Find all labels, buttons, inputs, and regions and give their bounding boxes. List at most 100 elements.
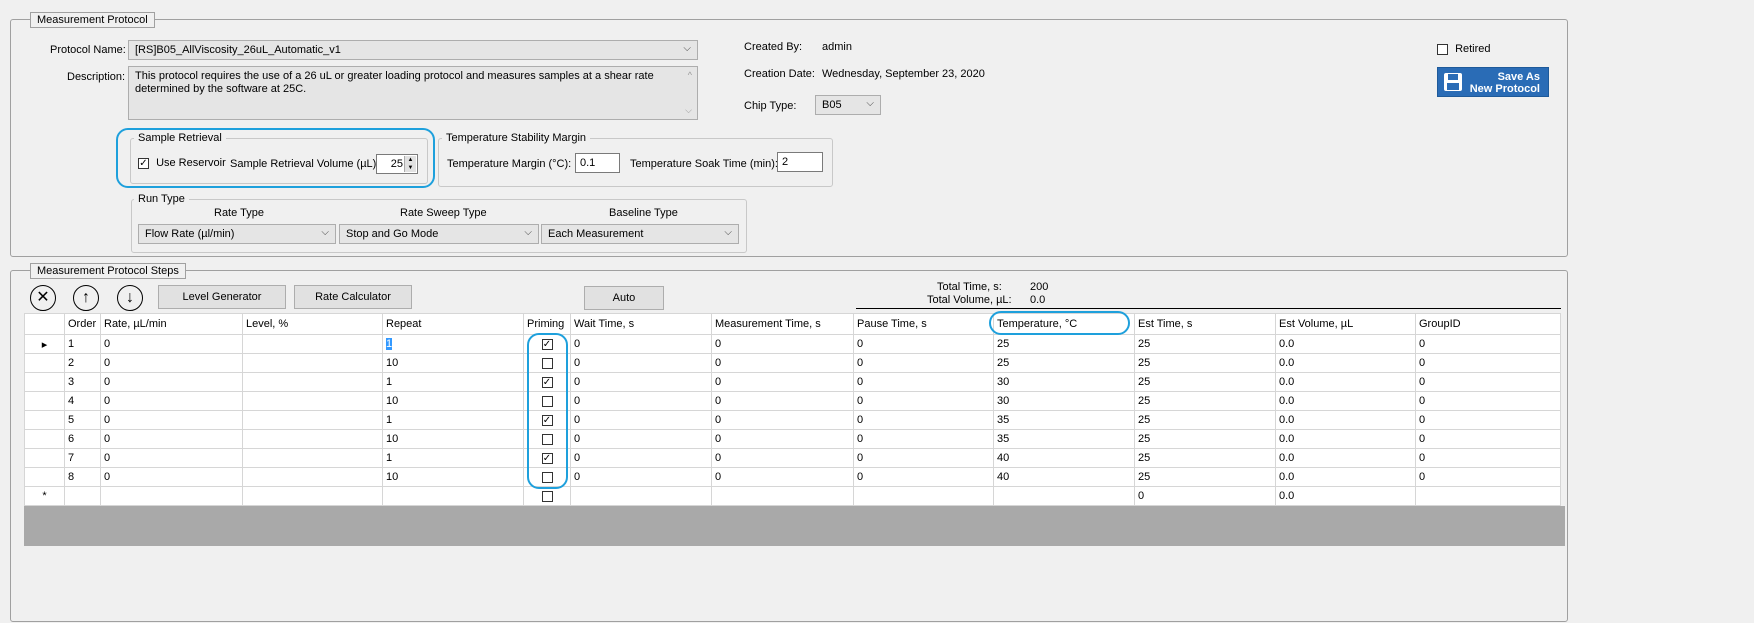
table-row[interactable]: 4 0 10 0 0 0 30 25 0.0 0	[24, 391, 1561, 411]
cell-group-id[interactable]: 0	[1415, 391, 1561, 411]
rate-calculator-button[interactable]: Rate Calculator	[294, 285, 412, 309]
cell-measurement-time[interactable]: 0	[711, 429, 854, 449]
cell-rate[interactable]: 0	[100, 429, 243, 449]
cell-group-id[interactable]: 0	[1415, 334, 1561, 354]
priming-checkbox[interactable]: ✓	[541, 338, 553, 350]
cell-rate[interactable]	[100, 486, 243, 506]
table-row[interactable]: 2 0 10 0 0 0 25 25 0.0 0	[24, 353, 1561, 373]
delete-step-button[interactable]: ✕	[30, 285, 56, 311]
save-as-new-protocol-button[interactable]: Save As New Protocol	[1437, 67, 1549, 97]
cell-pause-time[interactable]: 0	[853, 334, 994, 354]
cell-rate[interactable]: 0	[100, 448, 243, 468]
cell-rate[interactable]: 0	[100, 410, 243, 430]
cell-temperature[interactable]: 35	[993, 429, 1135, 449]
cell-wait-time[interactable]: 0	[570, 334, 712, 354]
cell-rate[interactable]: 0	[100, 467, 243, 487]
cell-group-id[interactable]: 0	[1415, 372, 1561, 392]
cell-pause-time[interactable]: 0	[853, 353, 994, 373]
cell-pause-time[interactable]: 0	[853, 429, 994, 449]
table-row-new[interactable]: * 0 0.0	[24, 486, 1561, 506]
row-header[interactable]: ▸	[24, 334, 65, 354]
cell-measurement-time[interactable]: 0	[711, 391, 854, 411]
rate-type-select[interactable]: Flow Rate (µl/min) ⌵	[138, 224, 336, 244]
col-header-pause-time[interactable]: Pause Time, s	[853, 313, 994, 335]
cell-group-id[interactable]: 0	[1415, 448, 1561, 468]
cell-order[interactable]: 1	[64, 334, 101, 354]
protocol-name-select[interactable]: [RS]B05_AllViscosity_26uL_Automatic_v1 ⌵	[128, 40, 698, 60]
cell-level[interactable]	[242, 467, 383, 487]
cell-priming[interactable]: ✓	[523, 334, 571, 354]
cell-priming[interactable]	[523, 429, 571, 449]
cell-measurement-time[interactable]: 0	[711, 467, 854, 487]
cell-wait-time[interactable]: 0	[570, 448, 712, 468]
col-header-group-id[interactable]: GroupID	[1415, 313, 1561, 335]
baseline-type-select[interactable]: Each Measurement ⌵	[541, 224, 739, 244]
cell-est-time[interactable]: 25	[1134, 429, 1276, 449]
cell-temperature[interactable]: 40	[993, 448, 1135, 468]
cell-rate[interactable]: 0	[100, 353, 243, 373]
cell-order[interactable]: 8	[64, 467, 101, 487]
use-reservoir-checkbox[interactable]: ✓ Use Reservoir	[138, 157, 226, 169]
cell-est-time[interactable]: 25	[1134, 334, 1276, 354]
cell-est-time[interactable]: 0	[1134, 486, 1276, 506]
cell-est-time[interactable]: 25	[1134, 372, 1276, 392]
cell-est-volume[interactable]: 0.0	[1275, 372, 1416, 392]
cell-est-volume[interactable]: 0.0	[1275, 353, 1416, 373]
priming-checkbox[interactable]	[541, 395, 553, 407]
cell-order[interactable]	[64, 486, 101, 506]
cell-priming[interactable]	[523, 467, 571, 487]
stepper-arrows-icon[interactable]: ▲ ▼	[404, 156, 416, 172]
cell-est-volume[interactable]: 0.0	[1275, 334, 1416, 354]
cell-est-time[interactable]: 25	[1134, 467, 1276, 487]
cell-order[interactable]: 3	[64, 372, 101, 392]
auto-button[interactable]: Auto	[584, 286, 664, 310]
cell-pause-time[interactable]: 0	[853, 410, 994, 430]
cell-est-volume[interactable]: 0.0	[1275, 410, 1416, 430]
cell-est-volume[interactable]: 0.0	[1275, 391, 1416, 411]
cell-temperature[interactable]: 30	[993, 391, 1135, 411]
row-header[interactable]	[24, 353, 65, 373]
priming-checkbox[interactable]	[541, 490, 553, 502]
retired-checkbox-box[interactable]	[1437, 43, 1448, 55]
cell-level[interactable]	[242, 391, 383, 411]
cell-group-id[interactable]	[1415, 486, 1561, 506]
cell-temperature[interactable]: 40	[993, 467, 1135, 487]
cell-wait-time[interactable]: 0	[570, 467, 712, 487]
cell-order[interactable]: 7	[64, 448, 101, 468]
col-header-est-time[interactable]: Est Time, s	[1134, 313, 1276, 335]
table-row[interactable]: 3 0 1 ✓ 0 0 0 30 25 0.0 0	[24, 372, 1561, 392]
cell-order[interactable]: 4	[64, 391, 101, 411]
col-header-priming[interactable]: Priming	[523, 313, 571, 335]
col-header-order[interactable]: Order	[64, 313, 101, 335]
cell-priming[interactable]: ✓	[523, 410, 571, 430]
cell-temperature[interactable]: 25	[993, 334, 1135, 354]
cell-wait-time[interactable]: 0	[570, 410, 712, 430]
cell-priming[interactable]	[523, 353, 571, 373]
scroll-up-icon[interactable]: ^	[688, 69, 692, 82]
soak-time-input[interactable]: 2	[777, 152, 823, 172]
cell-measurement-time[interactable]: 0	[711, 372, 854, 392]
cell-temperature[interactable]: 35	[993, 410, 1135, 430]
cell-est-time[interactable]: 25	[1134, 410, 1276, 430]
cell-wait-time[interactable]: 0	[570, 429, 712, 449]
col-header-measurement-time[interactable]: Measurement Time, s	[711, 313, 854, 335]
cell-priming[interactable]	[523, 486, 571, 506]
cell-pause-time[interactable]: 0	[853, 391, 994, 411]
table-row[interactable]: 8 0 10 0 0 0 40 25 0.0 0	[24, 467, 1561, 487]
cell-temperature[interactable]: 25	[993, 353, 1135, 373]
cell-repeat[interactable]: 1	[382, 448, 524, 468]
cell-level[interactable]	[242, 448, 383, 468]
cell-pause-time[interactable]: 0	[853, 372, 994, 392]
cell-group-id[interactable]: 0	[1415, 353, 1561, 373]
cell-measurement-time[interactable]: 0	[711, 334, 854, 354]
row-header[interactable]: *	[24, 486, 65, 506]
col-header-est-volume[interactable]: Est Volume, µL	[1275, 313, 1416, 335]
cell-est-volume[interactable]: 0.0	[1275, 467, 1416, 487]
cell-wait-time[interactable]: 0	[570, 353, 712, 373]
table-row[interactable]: ▸ 1 0 1 ✓ 0 0 0 25 25 0.0 0	[24, 334, 1561, 354]
cell-est-time[interactable]: 25	[1134, 391, 1276, 411]
cell-wait-time[interactable]: 0	[570, 372, 712, 392]
move-down-button[interactable]: ↓	[117, 285, 143, 311]
temperature-margin-input[interactable]: 0.1	[575, 153, 620, 173]
cell-repeat[interactable]: 10	[382, 391, 524, 411]
